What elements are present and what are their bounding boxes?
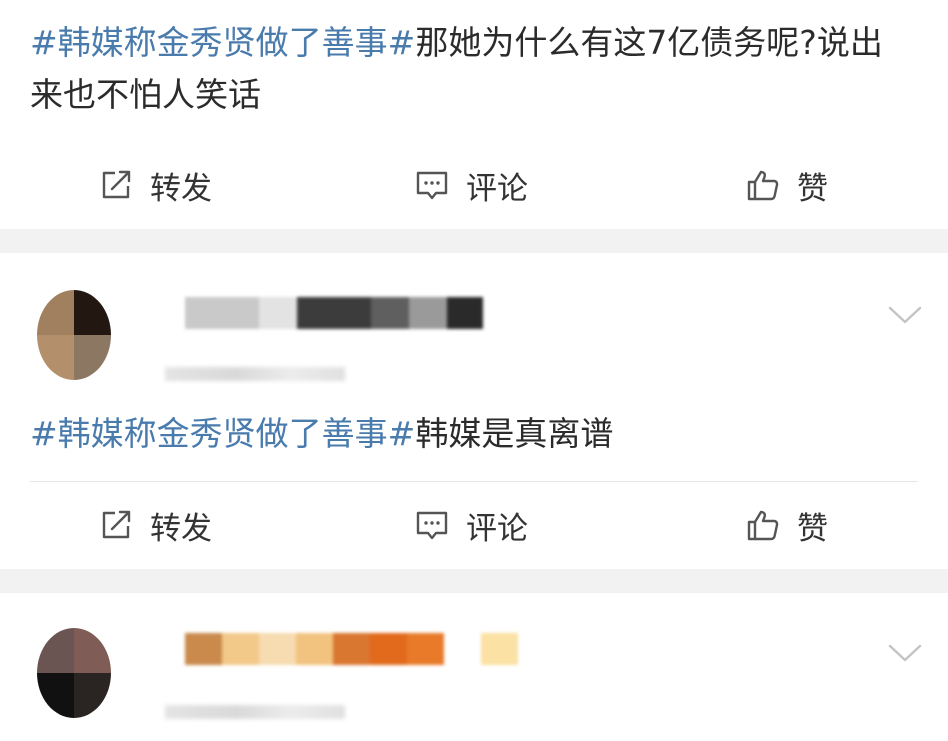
chevron-down-icon[interactable]: [888, 643, 922, 663]
avatar[interactable]: [37, 628, 111, 718]
comment-icon: [416, 511, 448, 540]
repost-button[interactable]: 转发: [98, 495, 212, 555]
topic-link[interactable]: #韩媒称金秀贤做了善事#: [30, 414, 415, 453]
chevron-down-icon[interactable]: [888, 305, 922, 325]
post-text: 韩媒是真离谱: [415, 414, 614, 453]
thumbs-up-icon: [747, 510, 779, 541]
like-button[interactable]: 赞: [745, 155, 828, 215]
post-content: #韩媒称金秀贤做了善事#那她为什么有这7亿债务呢?说出来也不怕人笑话: [30, 17, 908, 121]
action-bar: 转发 评论 赞: [0, 495, 948, 555]
comment-button[interactable]: 评论: [414, 495, 528, 555]
post-meta-blurred: [165, 705, 345, 719]
repost-button[interactable]: 转发: [98, 155, 212, 215]
post-content: #韩媒称金秀贤做了善事#韩媒是真离谱: [30, 408, 908, 460]
post-meta-blurred: [165, 367, 345, 381]
username-blurred[interactable]: [185, 633, 518, 665]
comment-button[interactable]: 评论: [414, 155, 528, 215]
post-card: #韩媒称金秀贤做了善事#那她为什么有这7亿债务呢?说出来也不怕人笑话 转发 评论…: [0, 0, 948, 229]
comment-label: 评论: [466, 510, 528, 547]
repost-icon: [102, 170, 131, 199]
like-button[interactable]: 赞: [745, 495, 828, 555]
topic-link[interactable]: #韩媒称金秀贤做了善事#: [30, 23, 415, 62]
thumbs-up-icon: [747, 170, 779, 201]
repost-label: 转发: [150, 170, 212, 207]
like-label: 赞: [797, 510, 828, 547]
divider: [30, 481, 918, 482]
comment-icon: [416, 171, 448, 200]
repost-icon: [102, 510, 131, 539]
username-blurred[interactable]: [185, 297, 483, 329]
comment-label: 评论: [466, 170, 528, 207]
like-label: 赞: [797, 170, 828, 207]
post-card: #韩媒称金秀贤做了善事#韩媒是真离谱 转发 评论 赞: [0, 253, 948, 569]
avatar[interactable]: [37, 290, 111, 380]
action-bar: 转发 评论 赞: [0, 155, 948, 215]
repost-label: 转发: [150, 510, 212, 547]
post-card: [0, 593, 948, 741]
